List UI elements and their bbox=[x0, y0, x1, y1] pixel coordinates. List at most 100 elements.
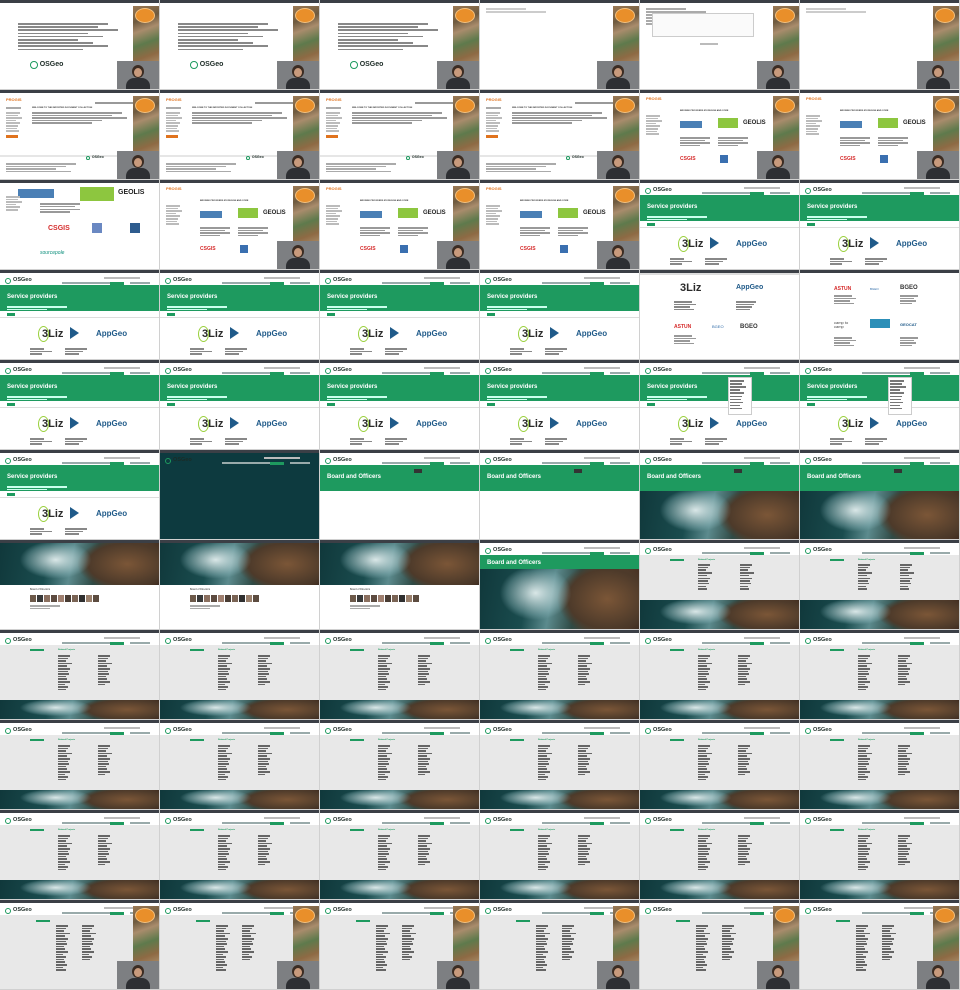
text-line bbox=[376, 964, 387, 966]
text-line bbox=[58, 686, 68, 688]
text-line bbox=[718, 137, 748, 139]
text-line bbox=[98, 842, 112, 845]
text-line bbox=[856, 943, 867, 945]
screenshot-frame: OSGeo Service providers 3Liz AppGeo bbox=[0, 450, 160, 540]
text-line bbox=[578, 765, 586, 768]
text-line bbox=[487, 398, 527, 401]
text-line bbox=[18, 23, 108, 25]
osgeo-ring-icon bbox=[165, 908, 172, 915]
filter-button bbox=[167, 403, 175, 406]
text-line bbox=[376, 961, 385, 963]
csgis-logo: CSGIS bbox=[200, 246, 216, 252]
text-line bbox=[520, 229, 545, 232]
text-line bbox=[890, 398, 901, 401]
divider bbox=[480, 317, 639, 318]
webcam-face bbox=[614, 68, 622, 77]
background-photo bbox=[480, 700, 639, 719]
text-line bbox=[584, 367, 620, 369]
text-line bbox=[722, 958, 730, 961]
text-line bbox=[98, 850, 108, 853]
frame-content: OSGeo Related Projects bbox=[160, 633, 319, 719]
appgeo-logo: AppGeo bbox=[896, 419, 928, 428]
text-line bbox=[218, 665, 227, 667]
text-line bbox=[360, 227, 390, 229]
text-line bbox=[584, 277, 620, 279]
text-line bbox=[7, 398, 47, 401]
osgeo-logo-text: OSGeo bbox=[13, 277, 32, 284]
text-line bbox=[178, 48, 243, 51]
webcam-icon bbox=[917, 151, 959, 179]
text-line bbox=[98, 768, 107, 770]
text-line bbox=[807, 396, 867, 398]
text-line bbox=[738, 760, 748, 763]
text-line bbox=[578, 678, 587, 680]
text-line bbox=[738, 752, 752, 755]
screenshot-frame bbox=[480, 0, 640, 90]
text-line bbox=[696, 964, 707, 966]
text-line bbox=[98, 840, 106, 842]
text-line bbox=[674, 303, 696, 306]
text-line bbox=[738, 755, 747, 757]
text-line bbox=[562, 927, 572, 930]
text-line bbox=[385, 440, 403, 443]
text-line bbox=[6, 163, 76, 165]
osgeo-logo-text: OSGeo bbox=[653, 817, 672, 824]
screenshot-frame: OSGeo Related Projects bbox=[160, 720, 320, 810]
text-line bbox=[770, 192, 790, 194]
osgeo-logo-icon: OSGeo bbox=[805, 638, 832, 645]
frame-content: Board of Directors bbox=[0, 543, 159, 629]
text-line bbox=[738, 673, 749, 675]
webcam-icon bbox=[757, 151, 799, 179]
text-line bbox=[486, 114, 498, 117]
osgeo-logo-text: OSGeo bbox=[411, 155, 424, 160]
text-line bbox=[744, 727, 780, 729]
text-line bbox=[890, 386, 906, 388]
text-line bbox=[696, 948, 705, 950]
text-line bbox=[834, 339, 856, 342]
text-line bbox=[856, 938, 868, 940]
text-line bbox=[350, 353, 362, 355]
text-line bbox=[98, 673, 109, 675]
osgeo-logo-text: OSGeo bbox=[333, 457, 352, 464]
screenshot-frame: OSGeo Service providers 3Liz AppGeo bbox=[640, 180, 800, 270]
divider bbox=[160, 317, 319, 318]
text-line bbox=[740, 569, 748, 571]
screenshot-frame: OSGeo Board and Officers bbox=[480, 450, 640, 540]
text-line bbox=[32, 119, 102, 122]
csgis-logo: CSGIS bbox=[360, 246, 376, 252]
3liz-swirl bbox=[38, 506, 49, 522]
text-line bbox=[6, 130, 19, 132]
text-line bbox=[242, 940, 252, 943]
text-line bbox=[670, 438, 684, 440]
section-title: Related Projects bbox=[858, 829, 876, 831]
text-line bbox=[696, 925, 708, 927]
text-line bbox=[862, 912, 912, 914]
text-line bbox=[744, 547, 780, 549]
text-line bbox=[538, 747, 548, 750]
osgeo-logo-icon: OSGeo bbox=[325, 638, 352, 645]
text-line bbox=[338, 35, 423, 38]
open-gis-logo bbox=[398, 208, 418, 218]
osgeo-logo-icon: OSGeo bbox=[485, 818, 512, 825]
text-line bbox=[900, 300, 916, 302]
text-line bbox=[402, 953, 409, 956]
text-line bbox=[166, 163, 236, 165]
text-line bbox=[424, 817, 460, 819]
osgeo-ring-icon bbox=[165, 368, 172, 375]
text-line bbox=[858, 564, 870, 566]
osgeo-logo-icon: OSGeo bbox=[30, 61, 63, 69]
section-title: Related Projects bbox=[218, 739, 236, 741]
text-line bbox=[376, 956, 386, 958]
text-line bbox=[898, 858, 907, 860]
text-line bbox=[670, 440, 692, 443]
frame-content: OSGeo Related Projects bbox=[800, 543, 959, 629]
text-line bbox=[538, 681, 550, 683]
text-line bbox=[192, 117, 287, 119]
hero-title: Service providers bbox=[487, 294, 538, 301]
text-line bbox=[178, 23, 268, 25]
text-line bbox=[385, 348, 407, 350]
text-line bbox=[806, 117, 818, 120]
text-line bbox=[862, 192, 912, 194]
webcam-face bbox=[134, 158, 142, 167]
webcam-body bbox=[606, 78, 630, 89]
